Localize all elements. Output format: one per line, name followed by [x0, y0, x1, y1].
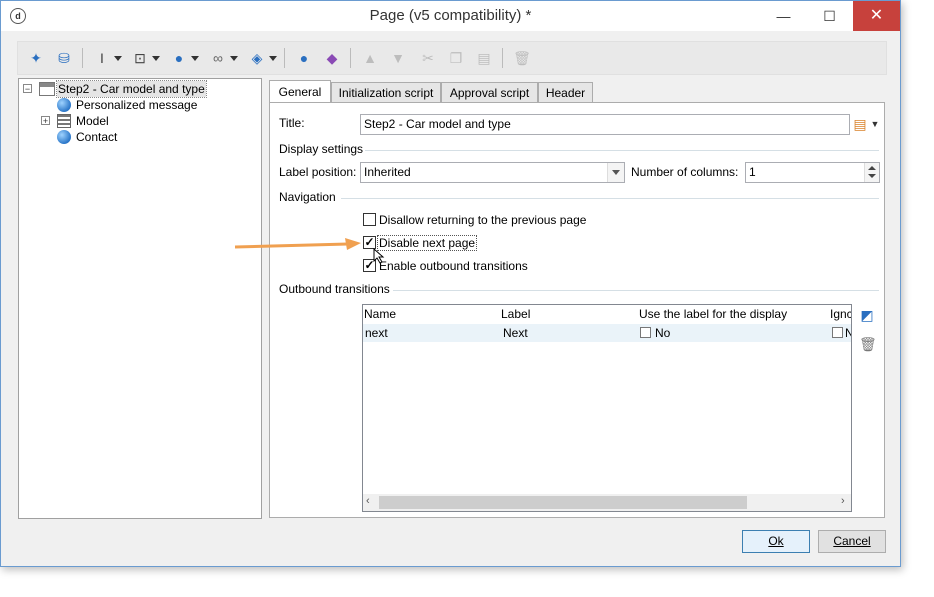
toolbar-separator: [284, 48, 285, 68]
paste-icon[interactable]: ▤: [474, 48, 494, 68]
tree-item-step2[interactable]: Step2 - Car model and type: [39, 80, 259, 98]
scroll-left-icon[interactable]: ‹: [366, 495, 370, 507]
disable-next-page-label: Disable next page: [376, 235, 478, 251]
link-icon[interactable]: ∞: [208, 48, 238, 68]
table-row[interactable]: next Next No N: [363, 324, 851, 342]
minimize-button[interactable]: —: [761, 1, 806, 31]
ignore-checkbox[interactable]: [832, 327, 843, 338]
column-header-name[interactable]: Name: [364, 305, 396, 323]
globe-icon: [57, 130, 71, 144]
label-position-label: Label position:: [279, 165, 357, 179]
disallow-return-label: Disallow returning to the previous page: [379, 213, 587, 227]
disallow-return-checkbox[interactable]: [363, 213, 376, 226]
scroll-thumb[interactable]: [379, 496, 747, 509]
ok-button[interactable]: Ok: [742, 530, 810, 553]
toolbar-separator: [82, 48, 83, 68]
add-element-icon[interactable]: ⊡: [130, 48, 160, 68]
display-settings-section: Display settings: [279, 142, 879, 156]
expand-icon[interactable]: +: [41, 116, 50, 126]
structure-tree: − Step2 - Car model and type Personalize…: [18, 78, 262, 519]
chevron-down-icon[interactable]: ▼: [867, 116, 883, 132]
title-bar[interactable]: d Page (v5 compatibility) * — ☐ ✕: [1, 1, 900, 31]
tab-general[interactable]: General: [269, 80, 331, 103]
title-label: Title:: [279, 116, 305, 130]
box-icon[interactable]: ◈: [247, 48, 277, 68]
cell-label: Next: [503, 326, 528, 340]
page-icon: [39, 82, 55, 96]
cell-ignore: N: [845, 326, 851, 340]
navigation-heading: Navigation: [279, 190, 336, 204]
columns-label: Number of columns:: [631, 165, 739, 179]
toolbar: ✦ ⛁ Ӏ ⊡ ● ∞ ◈ ● ◆ ▲ ▼ ✂ ❐ ▤ 🗑: [17, 41, 887, 75]
delete-icon[interactable]: 🗑: [512, 48, 532, 68]
tab-initialization-script[interactable]: Initialization script: [331, 82, 441, 102]
columns-stepper[interactable]: 1: [745, 162, 880, 183]
collapse-icon[interactable]: −: [23, 84, 32, 94]
section-divider: [365, 150, 879, 151]
person-icon[interactable]: ●: [294, 48, 314, 68]
cancel-button[interactable]: Cancel: [818, 530, 886, 553]
section-divider: [341, 198, 879, 199]
text-cursor-icon[interactable]: Ӏ: [92, 48, 122, 68]
database-icon[interactable]: ⛁: [54, 48, 74, 68]
add-transition-icon[interactable]: ◩: [859, 307, 875, 323]
arrow-up-icon[interactable]: ▲: [360, 48, 380, 68]
ok-label: Ok: [768, 534, 784, 548]
horizontal-scrollbar[interactable]: ‹ ›: [363, 494, 851, 511]
section-divider: [393, 290, 879, 291]
copy-icon[interactable]: ❐: [446, 48, 466, 68]
spin-buttons[interactable]: [864, 163, 879, 182]
column-header-label[interactable]: Label: [501, 305, 530, 323]
globe-icon[interactable]: ●: [169, 48, 199, 68]
scroll-right-icon[interactable]: ›: [841, 495, 845, 507]
display-settings-heading: Display settings: [279, 142, 364, 156]
column-header-use-label[interactable]: Use the label for the display: [639, 305, 787, 323]
close-button[interactable]: ✕: [853, 1, 900, 31]
globe-icon: [57, 98, 71, 112]
tab-header[interactable]: Header: [538, 82, 593, 102]
arrow-down-icon[interactable]: ▼: [388, 48, 408, 68]
cell-name: next: [365, 326, 388, 340]
pointer-arrow-icon: [234, 238, 361, 250]
outbound-transitions-table[interactable]: Name Label Use the label for the display…: [362, 304, 852, 512]
wizard-icon[interactable]: ✦: [26, 48, 46, 68]
list-icon: [57, 114, 71, 128]
shapes-icon[interactable]: ◆: [322, 48, 342, 68]
columns-value: 1: [749, 165, 756, 179]
label-position-value: Inherited: [364, 165, 411, 179]
title-options-icon[interactable]: ▤: [852, 116, 868, 132]
toolbar-separator: [502, 48, 503, 68]
column-header-ignore[interactable]: Ignc: [830, 305, 851, 323]
outbound-heading: Outbound transitions: [279, 282, 390, 296]
use-label-checkbox[interactable]: [640, 327, 651, 338]
tab-approval-script[interactable]: Approval script: [441, 82, 538, 102]
tree-item-personalized-message[interactable]: Personalized message: [57, 97, 257, 113]
dialog-window: d Page (v5 compatibility) * — ☐ ✕ ✦ ⛁ Ӏ …: [0, 0, 901, 567]
mouse-cursor-icon: [373, 248, 385, 264]
cell-use-label: No: [655, 326, 671, 340]
outbound-section: Outbound transitions: [279, 282, 879, 296]
enable-outbound-label: Enable outbound transitions: [379, 259, 528, 273]
toolbar-separator: [350, 48, 351, 68]
maximize-button[interactable]: ☐: [807, 1, 852, 31]
tree-item-model[interactable]: Model: [57, 113, 257, 129]
chevron-down-icon[interactable]: [607, 163, 624, 182]
trash-icon[interactable]: 🗑: [859, 336, 877, 352]
cancel-label: Cancel: [833, 534, 871, 548]
title-input[interactable]: Step2 - Car model and type: [360, 114, 850, 135]
label-position-select[interactable]: Inherited: [360, 162, 625, 183]
navigation-section: Navigation: [279, 190, 879, 204]
cut-icon[interactable]: ✂: [418, 48, 438, 68]
tree-item-contact[interactable]: Contact: [57, 129, 257, 145]
